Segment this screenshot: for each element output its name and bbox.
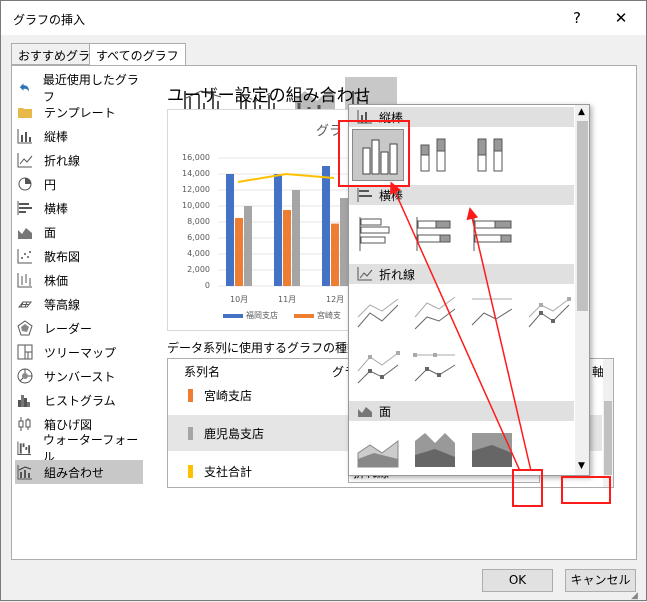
red-arrow-to-bar	[466, 207, 532, 472]
insert-chart-dialog: グラフの挿入 ? ✕ おすすめグラフ すべてのグラフ 最近使用したグラフ テンプ…	[0, 0, 647, 601]
ok-button[interactable]: OK	[482, 569, 553, 592]
cancel-button[interactable]: キャンセル	[565, 569, 636, 592]
annotation-arrows	[389, 181, 532, 472]
red-arrow-to-option	[389, 181, 521, 472]
resize-grip-icon[interactable]: ◢	[631, 591, 638, 601]
